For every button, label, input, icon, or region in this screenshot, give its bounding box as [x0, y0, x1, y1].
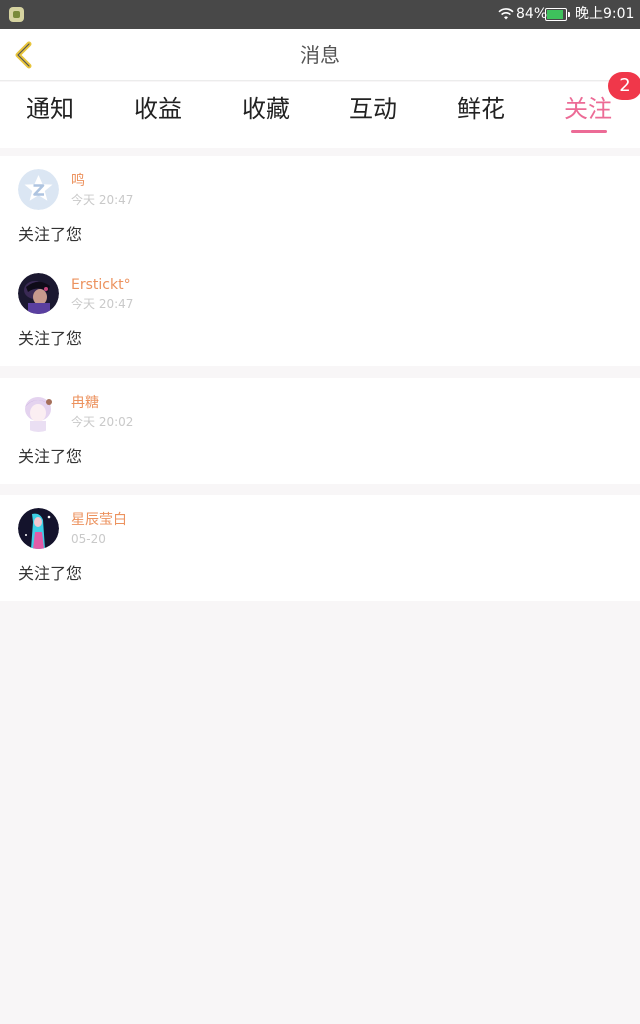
- list-item[interactable]: 冉糖 今天 20:02 关注了您: [0, 378, 640, 484]
- tab-flowers[interactable]: 鲜花: [457, 95, 505, 123]
- username[interactable]: Erstickt°: [71, 277, 131, 293]
- tab-interactions[interactable]: 互动: [349, 95, 397, 123]
- status-bar: 84% 晚上9:01: [0, 0, 640, 29]
- username[interactable]: 冉糖: [71, 395, 99, 411]
- timestamp: 今天 20:47: [71, 297, 134, 311]
- message-text: 关注了您: [18, 225, 83, 244]
- list-item[interactable]: 鸣 今天 20:47 关注了您: [0, 156, 640, 262]
- message-text: 关注了您: [18, 447, 83, 466]
- battery-percent: 84%: [516, 6, 548, 22]
- default-avatar-icon[interactable]: [18, 169, 59, 210]
- list-item[interactable]: 星辰莹白 05-20 关注了您: [0, 495, 640, 601]
- username[interactable]: 鸣: [71, 173, 85, 189]
- user-avatar[interactable]: [18, 391, 59, 432]
- user-avatar[interactable]: [18, 508, 59, 549]
- tab-earnings[interactable]: 收益: [134, 95, 182, 123]
- list-item[interactable]: Erstickt° 今天 20:47 关注了您: [0, 260, 640, 366]
- battery-icon: [545, 8, 570, 21]
- username[interactable]: 星辰莹白: [71, 512, 127, 528]
- unread-badge: 2: [608, 72, 640, 100]
- status-time: 晚上9:01: [575, 6, 635, 22]
- timestamp: 今天 20:02: [71, 415, 134, 429]
- message-text: 关注了您: [18, 329, 83, 348]
- wifi-icon: [498, 8, 514, 20]
- tab-follow[interactable]: 关注: [564, 95, 612, 123]
- header: 消息: [0, 29, 640, 81]
- user-avatar[interactable]: [18, 273, 59, 314]
- tab-favorites[interactable]: 收藏: [242, 95, 290, 123]
- notification-app-icon: [9, 7, 24, 22]
- message-text: 关注了您: [18, 564, 83, 583]
- page-title: 消息: [300, 43, 340, 67]
- timestamp: 今天 20:47: [71, 193, 134, 207]
- active-tab-indicator: [571, 130, 607, 133]
- tab-notice[interactable]: 通知: [26, 95, 74, 123]
- tab-bar: 通知 收益 收藏 互动 鲜花 关注: [0, 82, 640, 148]
- timestamp: 05-20: [71, 532, 106, 546]
